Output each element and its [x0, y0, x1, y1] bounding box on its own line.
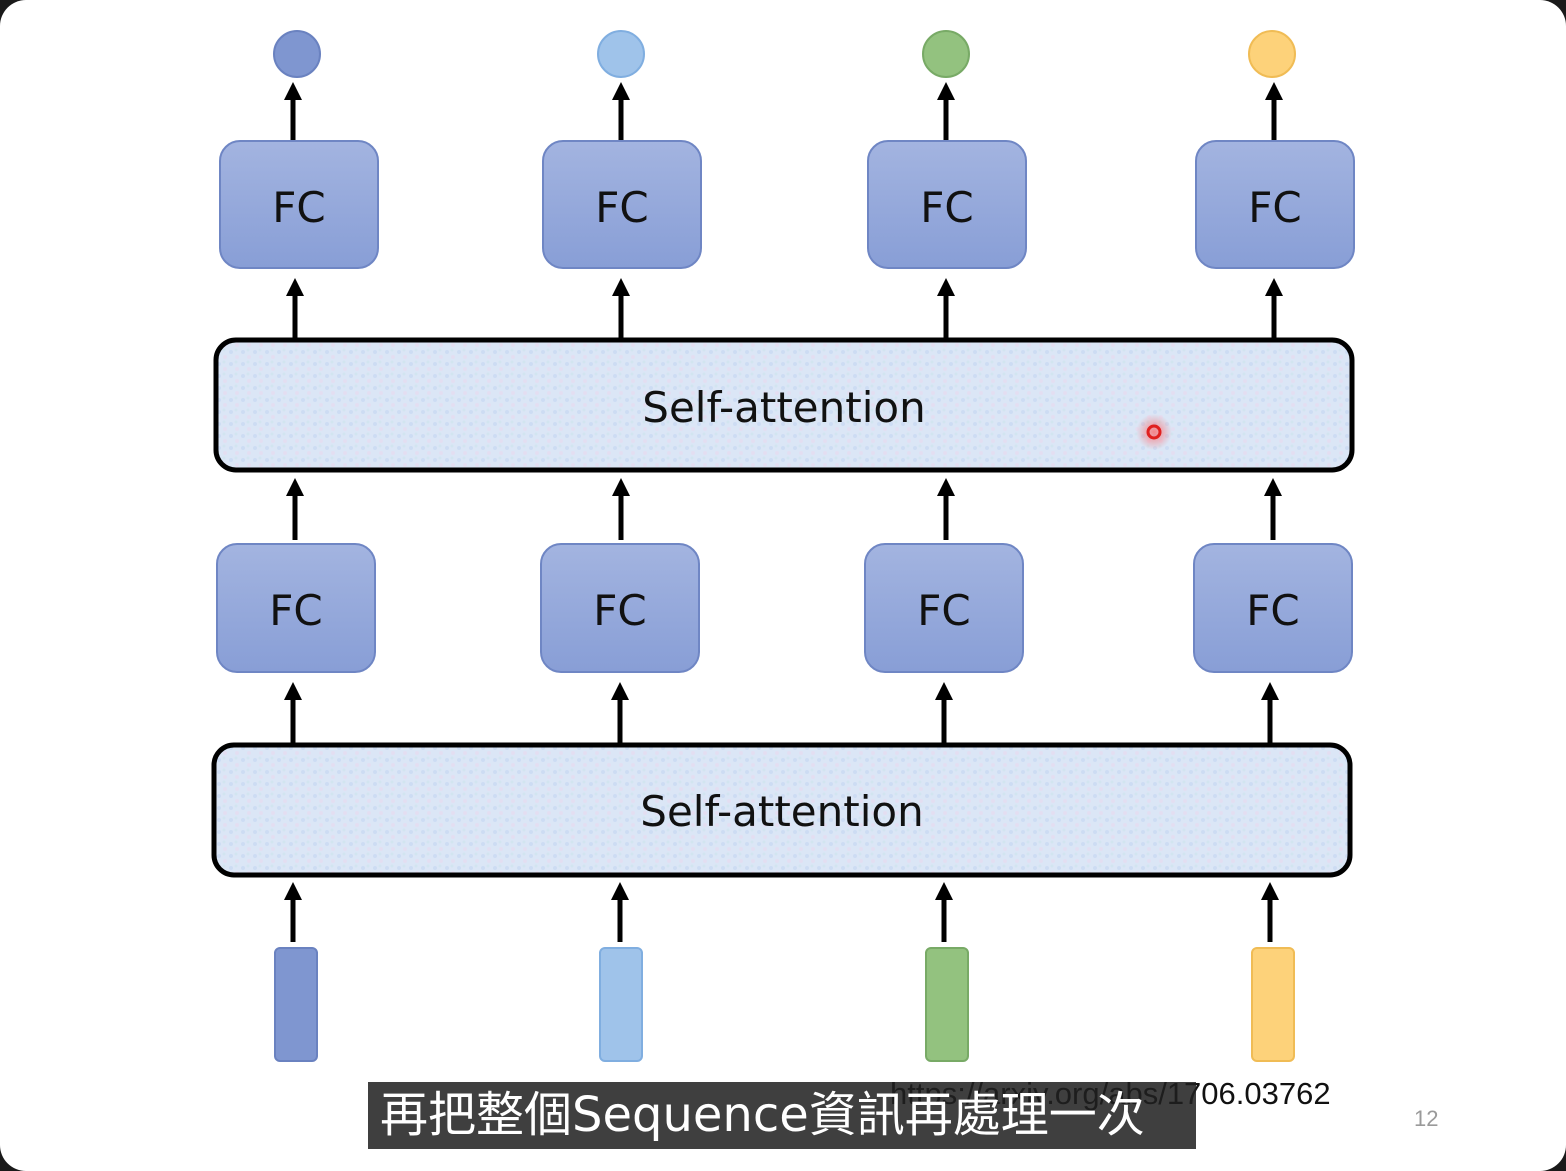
fc-label-bottom-1: FC: [269, 586, 322, 635]
fc-label-bottom-4: FC: [1246, 586, 1299, 635]
slide-page-number: 12: [1414, 1106, 1439, 1131]
self-attention-lower: Self-attention: [211, 742, 1353, 878]
transformer-encoder-diagram: FC FC FC FC Self-attention FC FC FC FC S…: [211, 30, 1355, 1062]
input-token-2: [599, 947, 643, 1062]
arrows-fc-to-output: [284, 82, 1283, 140]
output-circle-2: [597, 30, 645, 78]
video-subtitle: 再把整個Sequence資訊再處理一次: [368, 1082, 1196, 1149]
input-vectors: [274, 947, 1295, 1062]
fc-label-bottom-3: FC: [917, 586, 970, 635]
output-circle-3: [922, 30, 970, 78]
fc-label-top-3: FC: [920, 183, 973, 232]
output-circle-4: [1248, 30, 1296, 78]
fc-label-top-1: FC: [272, 183, 325, 232]
arrows-fc-to-attn-upper: [286, 478, 1282, 540]
fc-label-top-4: FC: [1248, 183, 1301, 232]
output-vectors: [273, 30, 1296, 78]
arrows-input-to-attn: [284, 882, 1279, 942]
self-attention-lower-label: Self-attention: [640, 787, 923, 836]
input-token-3: [925, 947, 969, 1062]
fc-label-top-2: FC: [595, 183, 648, 232]
input-token-1: [274, 947, 318, 1062]
laser-pointer-glow: [1136, 414, 1172, 450]
bottom-fc-layer: FC FC FC FC: [216, 543, 1353, 673]
output-circle-1: [273, 30, 321, 78]
top-fc-layer: FC FC FC FC: [219, 140, 1355, 269]
input-token-4: [1251, 947, 1295, 1062]
fc-label-bottom-2: FC: [593, 586, 646, 635]
arrows-attn-to-fc-top: [286, 278, 1283, 338]
arrows-attn-to-fc-bottom: [284, 682, 1279, 744]
slide: FC FC FC FC Self-attention FC FC FC FC S…: [0, 0, 1566, 1171]
self-attention-upper: Self-attention: [213, 337, 1355, 473]
self-attention-upper-label: Self-attention: [642, 383, 925, 432]
